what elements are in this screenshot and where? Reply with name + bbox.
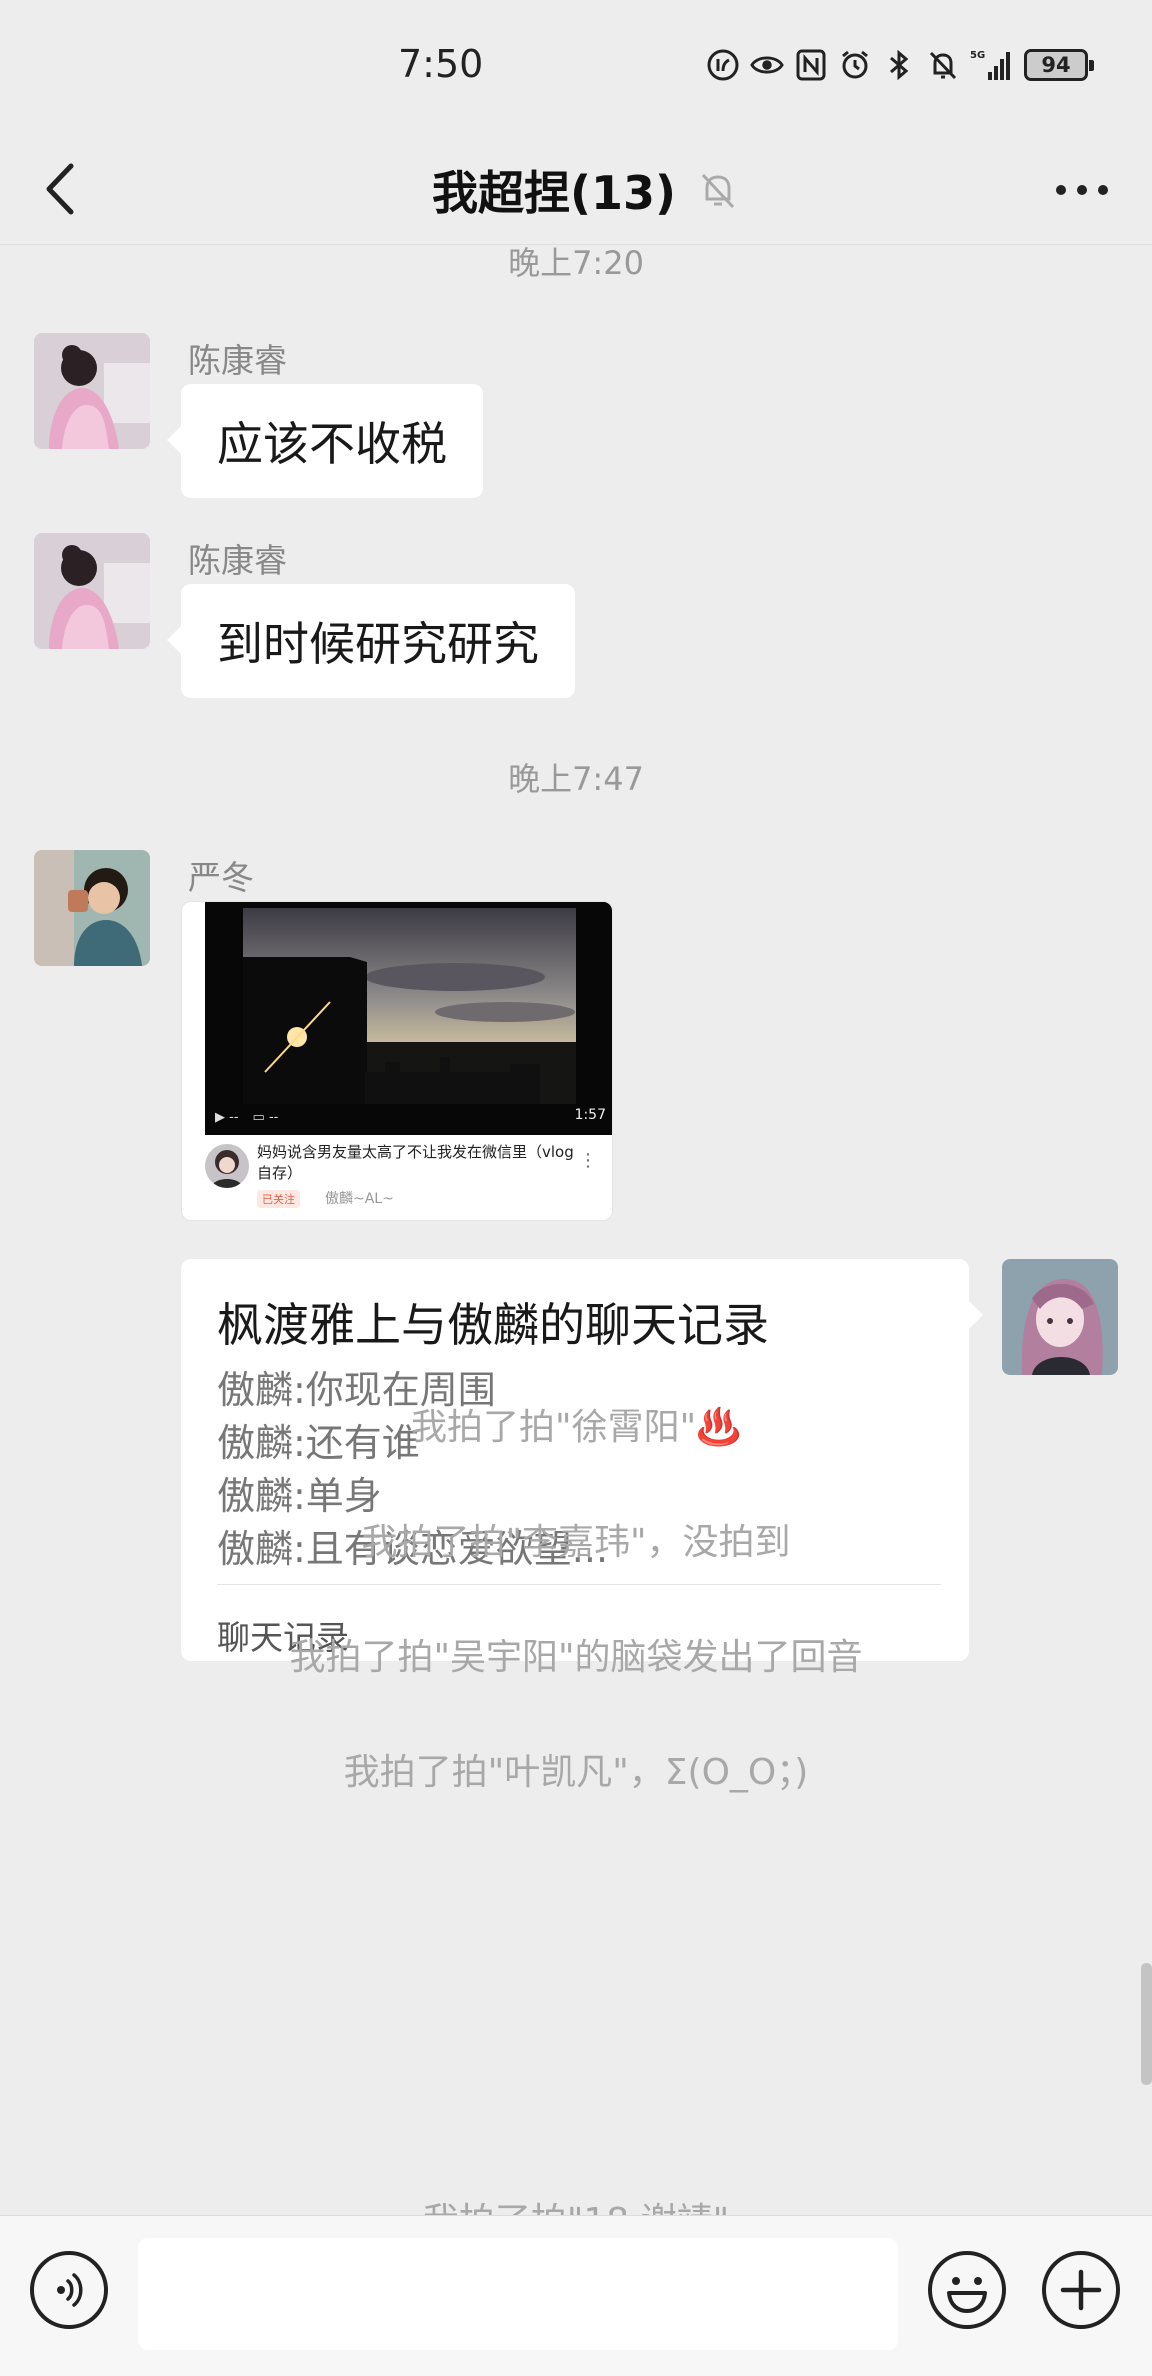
plus-icon — [1060, 2269, 1102, 2311]
battery-indicator: 94 — [1024, 49, 1094, 81]
ctrl-label: -- — [268, 1110, 279, 1125]
scrollbar-thumb[interactable] — [1141, 1963, 1152, 2085]
timestamp: 晚上7:20 — [508, 246, 644, 282]
video-meta: 妈妈说含男友量太高了不让我发在微信里（vlog自存） ⋮ 已关注 傲麟~AL~ — [205, 1140, 605, 1216]
voice-icon — [57, 2273, 83, 2307]
record-title: 枫渡雅上与傲麟的聊天记录 — [217, 1298, 769, 1352]
text-bubble[interactable]: 到时候研究研究 — [167, 584, 575, 698]
sender-name: 陈康睿 — [188, 341, 287, 380]
voice-button[interactable] — [30, 2251, 108, 2329]
author-avatar[interactable] — [205, 1144, 249, 1188]
chat-record-card[interactable]: 枫渡雅上与傲麟的聊天记录 傲麟:你现在周围 傲麟:还有谁 傲麟:单身 傲麟:且有… — [181, 1259, 983, 1661]
emoji-button[interactable] — [928, 2251, 1006, 2329]
my-avatar[interactable] — [1002, 1259, 1118, 1375]
video-thumbnail[interactable]: ▶ -- ▭ -- 1:57 — [205, 902, 612, 1135]
chat-header: 我超捏(13) — [0, 135, 1152, 245]
status-time: 7:50 — [398, 42, 484, 86]
chat-title[interactable]: 我超捏(13) — [432, 157, 676, 223]
video-author: 傲麟~AL~ — [325, 1191, 394, 1207]
record-line: 傲麟:单身 — [217, 1474, 382, 1518]
system-message: 我拍了拍"18 谢靖" — [0, 2192, 1152, 2216]
bell-off-icon — [926, 48, 960, 82]
text-bubble[interactable]: 应该不收税 — [167, 384, 483, 498]
follow-badge: 已关注 — [257, 1190, 300, 1208]
video-duration: 1:57 — [574, 1107, 606, 1123]
danmaku-icon[interactable]: ▭ -- — [253, 1110, 279, 1125]
status-bar: 7:50 5G 94 — [0, 0, 1152, 135]
timestamp: 晚上7:47 — [508, 760, 644, 798]
avatar[interactable] — [34, 533, 150, 649]
more-button[interactable] — [1042, 155, 1122, 225]
message-input[interactable] — [138, 2238, 898, 2350]
video-card[interactable]: ▶ -- ▭ -- 1:57 妈妈说含男友量太高了不让我发在微信里（vlog自存… — [181, 901, 613, 1221]
input-bar — [0, 2215, 1152, 2376]
sender-name: 陈康睿 — [188, 541, 287, 580]
emoji-icon — [947, 2277, 987, 2313]
avatar[interactable] — [34, 333, 150, 449]
sender-name: 严冬 — [188, 858, 254, 897]
system-message: 我拍了拍"徐霄阳"♨️ — [411, 1407, 741, 1448]
eye-icon — [750, 48, 784, 82]
video-title: 妈妈说含男友量太高了不让我发在微信里（vlog自存） — [257, 1143, 574, 1182]
nfc-icon — [794, 48, 828, 82]
more-vertical-icon[interactable]: ⋮ — [579, 1150, 597, 1171]
alarm-icon — [838, 48, 872, 82]
ctrl-label: -- — [229, 1110, 239, 1125]
system-message: 我拍了拍"吴宇阳"的脑袋发出了回音 — [289, 1637, 863, 1678]
avatar[interactable] — [34, 850, 150, 966]
signal-icon: 5G — [970, 48, 1014, 82]
system-message: 我拍了拍"李嘉玮"，没拍到 — [361, 1522, 791, 1563]
bluetooth-icon — [882, 48, 916, 82]
play-icon[interactable]: ▶ -- — [215, 1110, 239, 1125]
video-controls: ▶ -- ▭ -- — [215, 1110, 278, 1125]
plus-button[interactable] — [1042, 2251, 1120, 2329]
mute-bell-icon — [696, 168, 740, 212]
title-wrap: 我超捏(13) — [0, 135, 1152, 245]
svg-text:5G: 5G — [970, 50, 985, 61]
system-message: 我拍了拍"叶凯凡"，Σ(O_O；) — [343, 1752, 809, 1793]
divider — [217, 1584, 941, 1585]
leaf-icon — [706, 48, 740, 82]
more-icon — [1056, 185, 1108, 195]
status-icons: 5G 94 — [706, 48, 1094, 82]
chat-area[interactable]: 晚上7:20 陈康睿 应该不收税 陈康睿 到时候研究研究 晚上7:47 严冬 ▶… — [0, 246, 1152, 2216]
